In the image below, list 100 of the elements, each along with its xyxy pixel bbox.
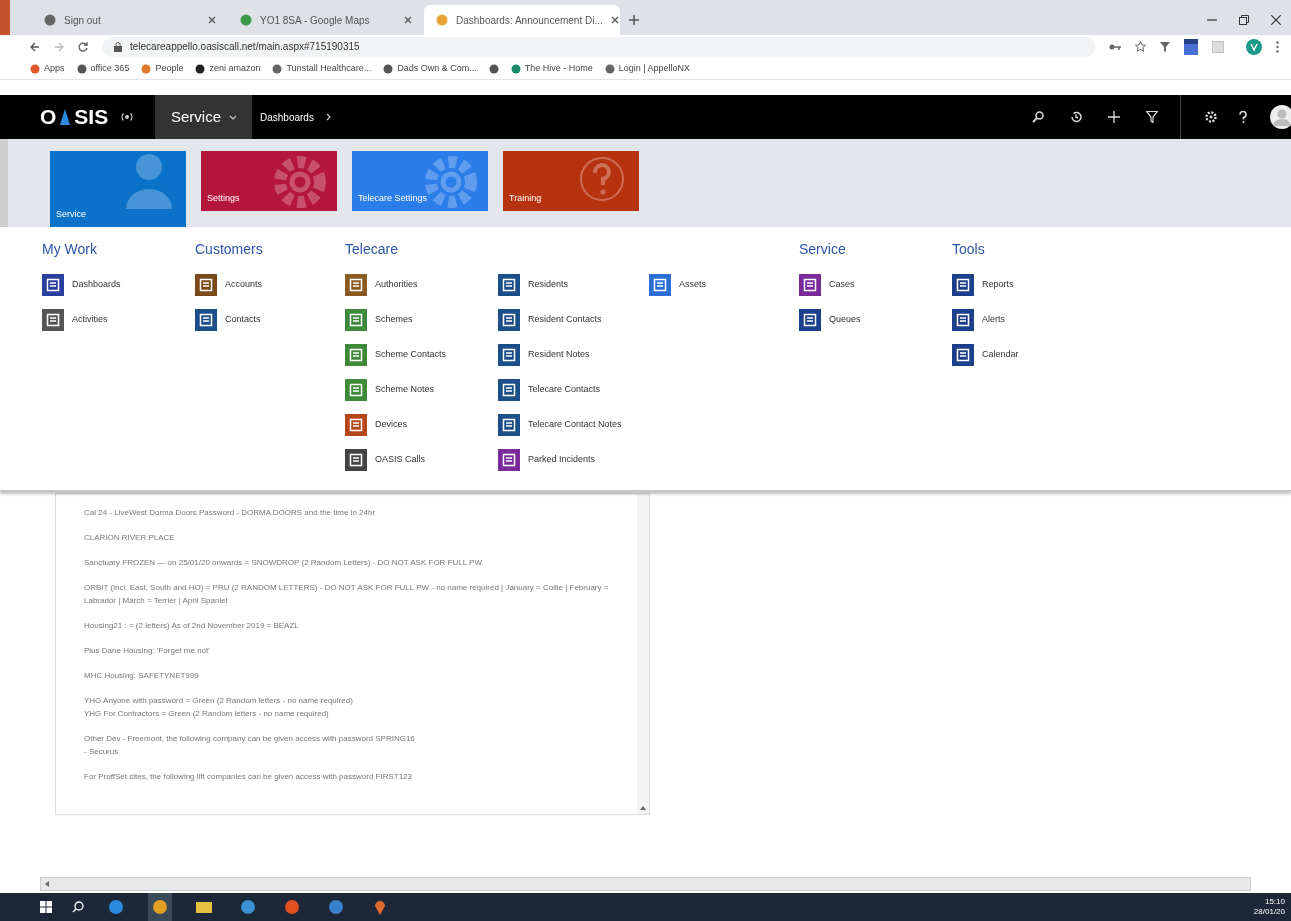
clock-time: 15:10 bbox=[1264, 897, 1285, 907]
bookmark-link[interactable]: office 365 bbox=[90, 61, 130, 76]
user-avatar-icon[interactable] bbox=[1269, 104, 1291, 130]
bookmark-icon[interactable] bbox=[195, 63, 206, 74]
browser-icon[interactable] bbox=[108, 899, 124, 915]
close-icon[interactable] bbox=[208, 16, 216, 24]
tile-label: Service bbox=[55, 207, 86, 221]
help-icon[interactable] bbox=[1239, 111, 1247, 123]
menu-item[interactable]: Resident Notes bbox=[498, 343, 649, 367]
app-icon[interactable] bbox=[240, 899, 256, 915]
plus-icon[interactable] bbox=[1108, 111, 1120, 123]
tile-label: Telecare Settings bbox=[357, 191, 428, 205]
close-icon[interactable] bbox=[610, 16, 619, 24]
bookmark-icon[interactable] bbox=[488, 63, 499, 74]
menu-item[interactable]: Scheme Notes bbox=[345, 378, 498, 402]
windows-icon[interactable] bbox=[40, 901, 52, 913]
menu-item[interactable]: Schemes bbox=[345, 308, 498, 332]
menu-item[interactable]: Authorities bbox=[345, 273, 498, 297]
filter-icon[interactable] bbox=[1146, 111, 1158, 123]
folder-icon[interactable] bbox=[196, 899, 212, 915]
restore-icon[interactable] bbox=[1239, 15, 1249, 25]
nav-tile[interactable]: Settings bbox=[201, 151, 337, 211]
menu-item[interactable]: Alerts bbox=[952, 308, 1102, 332]
menu-item[interactable]: Queues bbox=[799, 308, 952, 332]
new-tab-icon[interactable] bbox=[628, 14, 640, 26]
signal-icon bbox=[120, 112, 135, 122]
menu-item[interactable]: Activities bbox=[42, 308, 195, 332]
menu-item[interactable]: Residents bbox=[498, 273, 649, 297]
menu-item[interactable]: Contacts bbox=[195, 308, 345, 332]
announcement-text: Sanctuary FROZEN — on 25/01/20 onwards = SNOWDROP (2 Random Letters) - DO NOT ASK FOR FULL PW bbox=[84, 557, 483, 569]
menu-item[interactable]: Assets bbox=[649, 273, 799, 297]
url-text: telecareappello.oasiscall.net/main.aspx#715190315 bbox=[130, 40, 360, 54]
avatar-icon[interactable] bbox=[1246, 38, 1262, 55]
menu-item[interactable]: Parked Incidents bbox=[498, 448, 649, 472]
menu-item[interactable]: Scheme Contacts bbox=[345, 343, 498, 367]
bookmark-link[interactable]: Apps bbox=[44, 61, 65, 76]
bookmark-icon[interactable] bbox=[383, 63, 394, 74]
reload-icon[interactable] bbox=[78, 41, 88, 52]
bookmark-link[interactable]: Dads Own & Com... bbox=[397, 61, 477, 76]
announcement-text: MHC Housing: SAFETYNET999 bbox=[84, 670, 200, 682]
tile-label: Settings bbox=[206, 191, 240, 205]
more-icon[interactable] bbox=[1276, 40, 1279, 53]
app-icon[interactable] bbox=[284, 899, 300, 915]
key-icon[interactable] bbox=[1109, 42, 1121, 51]
tab-title: Sign out bbox=[64, 13, 102, 28]
menu-item[interactable]: Telecare Contacts bbox=[498, 378, 649, 402]
browser-icon[interactable] bbox=[152, 899, 168, 915]
clock-date: 28/01/20 bbox=[1253, 907, 1285, 917]
scrollbar[interactable] bbox=[637, 494, 649, 814]
announcement-text: For ProffSet sites, the following lift companies can be given access with password FIRST123 bbox=[84, 771, 413, 783]
nav-tile[interactable]: Telecare Settings bbox=[352, 151, 488, 211]
pin-icon[interactable] bbox=[372, 899, 388, 915]
menu-item[interactable]: Telecare Contact Notes bbox=[498, 413, 649, 437]
history-icon[interactable] bbox=[1070, 111, 1082, 123]
bookmark-link[interactable]: Tunstall Healthcare... bbox=[286, 61, 372, 76]
menu-section-title: Tools bbox=[952, 240, 986, 259]
bookmark-icon[interactable] bbox=[76, 63, 87, 74]
bookmark-link[interactable]: Login | AppelloNX bbox=[618, 61, 691, 76]
menu-item[interactable]: Reports bbox=[952, 273, 1102, 297]
bookmark-link[interactable]: The Hive - Home bbox=[524, 61, 593, 76]
nav-tile[interactable]: Training bbox=[503, 151, 639, 211]
bookmark-link[interactable]: zeni amazon bbox=[209, 61, 261, 76]
tile-label: Training bbox=[508, 191, 542, 205]
browser-tab[interactable]: Dashboards: Announcement Di... bbox=[424, 5, 620, 35]
lock-icon bbox=[114, 41, 122, 52]
close-icon[interactable] bbox=[404, 16, 412, 24]
page-icon bbox=[436, 14, 448, 26]
chevron-icon bbox=[325, 113, 331, 121]
address-bar[interactable]: telecareappello.oasiscall.net/main.aspx#715190315 bbox=[102, 36, 1095, 57]
tab-title: YO1 8SA - Google Maps bbox=[260, 13, 371, 28]
nav-tile[interactable]: Service bbox=[50, 151, 186, 227]
bookmark-link[interactable]: People bbox=[155, 61, 184, 76]
horizontal-scrollbar[interactable] bbox=[40, 877, 1251, 891]
search-icon[interactable] bbox=[72, 901, 84, 913]
menu-item[interactable]: OASIS Calls bbox=[345, 448, 498, 472]
page-icon bbox=[240, 14, 252, 26]
menu-section-title: My Work bbox=[42, 240, 98, 259]
area-menu-button[interactable]: Service bbox=[155, 95, 252, 139]
settings-icon[interactable] bbox=[1205, 111, 1217, 123]
search-icon[interactable] bbox=[1032, 111, 1044, 123]
back-icon[interactable] bbox=[30, 41, 40, 52]
menu-section-title: Service bbox=[799, 240, 847, 259]
scroll-arrow-icon bbox=[640, 806, 646, 810]
logo-text: O bbox=[40, 104, 57, 131]
menu-item[interactable]: Dashboards bbox=[42, 273, 195, 297]
menu-section-title: Telecare bbox=[345, 240, 399, 259]
menu-section-title: Customers bbox=[195, 240, 264, 259]
close-icon[interactable] bbox=[1271, 15, 1281, 25]
menu-item[interactable]: Cases bbox=[799, 273, 952, 297]
extension-icon[interactable] bbox=[1184, 38, 1198, 55]
menu-item[interactable]: Accounts bbox=[195, 273, 345, 297]
star-icon[interactable] bbox=[1135, 41, 1146, 52]
app-icon[interactable] bbox=[328, 899, 344, 915]
menu-item[interactable]: Devices bbox=[345, 413, 498, 437]
menu-item[interactable]: Resident Contacts bbox=[498, 308, 649, 332]
menu-item[interactable]: Calendar bbox=[952, 343, 1102, 367]
breadcrumb-link[interactable]: Dashboards bbox=[252, 109, 339, 125]
announcement-text: YHG Anyone with password = Green (2 Random letters - no name required) YHG For Contractors = Green (2 Random letters - no name required) bbox=[84, 695, 354, 720]
announcement-text: Other Dev - Freemont, the following company can be given access with password SPRING16 - Securus bbox=[84, 733, 416, 758]
announcement-text: ORBIT (incl. East, South and HO) = PRU (2 RANDOM LETTERS) - DO NOT ASK FOR FULL PW - no name required | January = Collie | February = Labrador | March = Terrier | April Spaniel bbox=[84, 582, 610, 607]
